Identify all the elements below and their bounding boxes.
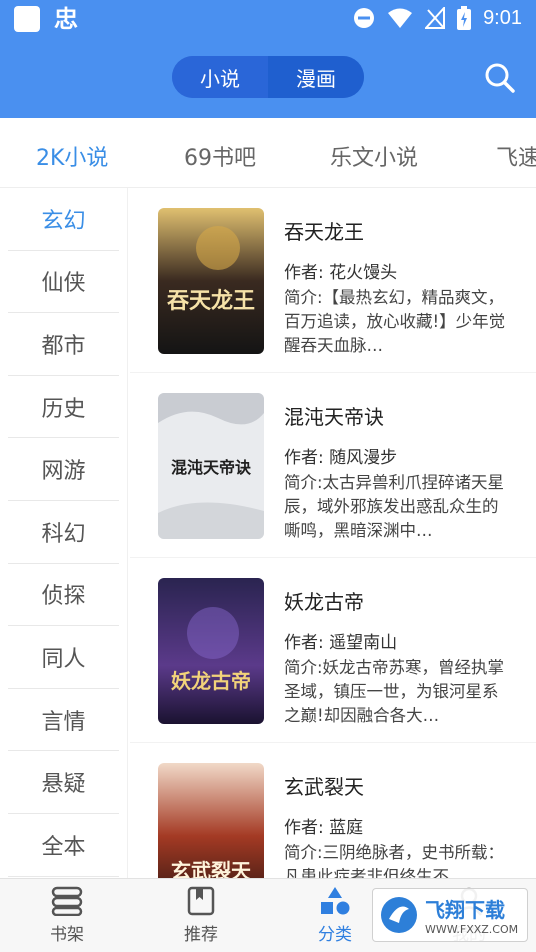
cover-title-text: 玄武裂天 — [171, 859, 252, 878]
battery-charging-icon — [457, 6, 472, 30]
nav-label: 分类 — [318, 925, 352, 945]
category-item[interactable]: 历史 — [8, 376, 119, 439]
tab-comic[interactable]: 漫画 — [268, 56, 364, 98]
book-cover: 混沌天帝诀 — [158, 393, 264, 539]
book-description: 简介:【最热玄幻，精品爽文，百万追读，放心收藏!】少年觉醒吞天血脉… — [284, 288, 506, 355]
book-item[interactable]: 妖龙古帝 妖龙古帝 作者: 遥望南山 简介:妖龙古帝苏寒，曾经执掌圣域，镇压一世… — [130, 558, 536, 743]
category-item[interactable]: 悬疑 — [8, 751, 119, 814]
search-icon — [485, 63, 515, 93]
app-notification-glyph: 忠 — [54, 5, 78, 33]
app-header: 忠 9:01 小说 漫画 — [0, 0, 536, 118]
status-bar: 忠 9:01 — [0, 0, 536, 38]
status-time: 9:01 — [483, 6, 522, 29]
category-item[interactable]: 科幻 — [8, 501, 119, 564]
category-item[interactable]: 全本 — [8, 814, 119, 877]
book-description: 简介:太古异兽利爪捏碎诸天星辰，域外邪族发出惑乱众生的嘶鸣，黑暗深渊中… — [284, 473, 505, 540]
book-description: 简介:三阴绝脉者，史书所载：凡患此症者非但终生不… — [284, 843, 505, 878]
bookmark-book-icon — [187, 886, 215, 916]
book-item[interactable]: 玄武裂天 玄武裂天 作者: 蓝庭 简介:三阴绝脉者，史书所载：凡患此症者非但终生… — [130, 743, 536, 878]
book-title: 妖龙古帝 — [284, 590, 364, 614]
tab-novel[interactable]: 小说 — [172, 56, 268, 98]
cover-title-text: 吞天龙王 — [167, 288, 255, 314]
category-item[interactable]: 侦探 — [8, 564, 119, 627]
watermark-title: 飞翔下载 — [425, 898, 505, 922]
cover-title-text: 混沌天帝诀 — [171, 458, 252, 477]
source-tab-2k[interactable]: 2K小说 — [36, 140, 108, 172]
book-description: 简介:妖龙古帝苏寒，曾经执掌圣域，镇压一世，为银河星系之巅!却因融合各大… — [284, 658, 505, 725]
book-author: 作者: 蓝庭 — [284, 818, 364, 838]
category-item[interactable]: 都市 — [8, 313, 119, 376]
watermark: 飞翔下载 WWW.FXXZ.COM — [372, 888, 528, 942]
notification-square-icon — [14, 6, 40, 32]
bookshelf-icon — [51, 886, 83, 916]
nav-recommend[interactable]: 推荐 — [134, 879, 268, 952]
book-author: 作者: 随风漫步 — [284, 448, 398, 468]
search-button[interactable] — [484, 62, 516, 94]
source-tab-lewen[interactable]: 乐文小说 — [330, 140, 418, 172]
book-author: 作者: 遥望南山 — [284, 633, 398, 653]
source-tab-feisu[interactable]: 飞速 — [496, 140, 536, 172]
book-title: 混沌天帝诀 — [284, 405, 384, 429]
book-item[interactable]: 混沌天帝诀 混沌天帝诀 作者: 随风漫步 简介:太古异兽利爪捏碎诸天星辰，域外邪… — [130, 373, 536, 558]
nav-label: 书架 — [50, 925, 84, 945]
category-item[interactable]: 玄幻 — [8, 188, 119, 251]
book-author: 作者: 花火馒头 — [284, 263, 398, 283]
nav-bookshelf[interactable]: 书架 — [0, 879, 134, 952]
cover-title-text: 妖龙古帝 — [171, 669, 251, 693]
book-title: 玄武裂天 — [284, 775, 364, 799]
source-tabs: 2K小说 69书吧 乐文小说 飞速 — [0, 118, 536, 188]
watermark-logo-icon — [381, 897, 417, 933]
category-item[interactable]: 网游 — [8, 438, 119, 501]
nav-label: 推荐 — [184, 925, 218, 945]
book-cover: 玄武裂天 — [158, 763, 264, 878]
category-sidebar: 玄幻 仙侠 都市 历史 网游 科幻 侦探 同人 言情 悬疑 全本 — [0, 188, 128, 878]
book-list: 吞天龙王 吞天龙王 作者: 花火馒头 简介:【最热玄幻，精品爽文，百万追读，放心… — [130, 188, 536, 878]
category-item[interactable]: 仙侠 — [8, 251, 119, 314]
category-item[interactable]: 同人 — [8, 626, 119, 689]
minus-circle-icon — [354, 8, 375, 28]
source-tab-69[interactable]: 69书吧 — [184, 140, 256, 172]
category-shapes-icon — [321, 887, 350, 915]
wifi-icon — [388, 8, 413, 28]
book-cover: 妖龙古帝 — [158, 578, 264, 724]
book-item[interactable]: 吞天龙王 吞天龙王 作者: 花火馒头 简介:【最热玄幻，精品爽文，百万追读，放心… — [130, 188, 536, 373]
book-title: 吞天龙王 — [284, 220, 364, 244]
no-signal-icon — [425, 7, 446, 29]
book-cover: 吞天龙王 — [158, 208, 264, 354]
category-item[interactable]: 言情 — [8, 689, 119, 752]
content-type-switch: 小说 漫画 — [172, 56, 364, 98]
watermark-url: WWW.FXXZ.COM — [425, 923, 519, 936]
